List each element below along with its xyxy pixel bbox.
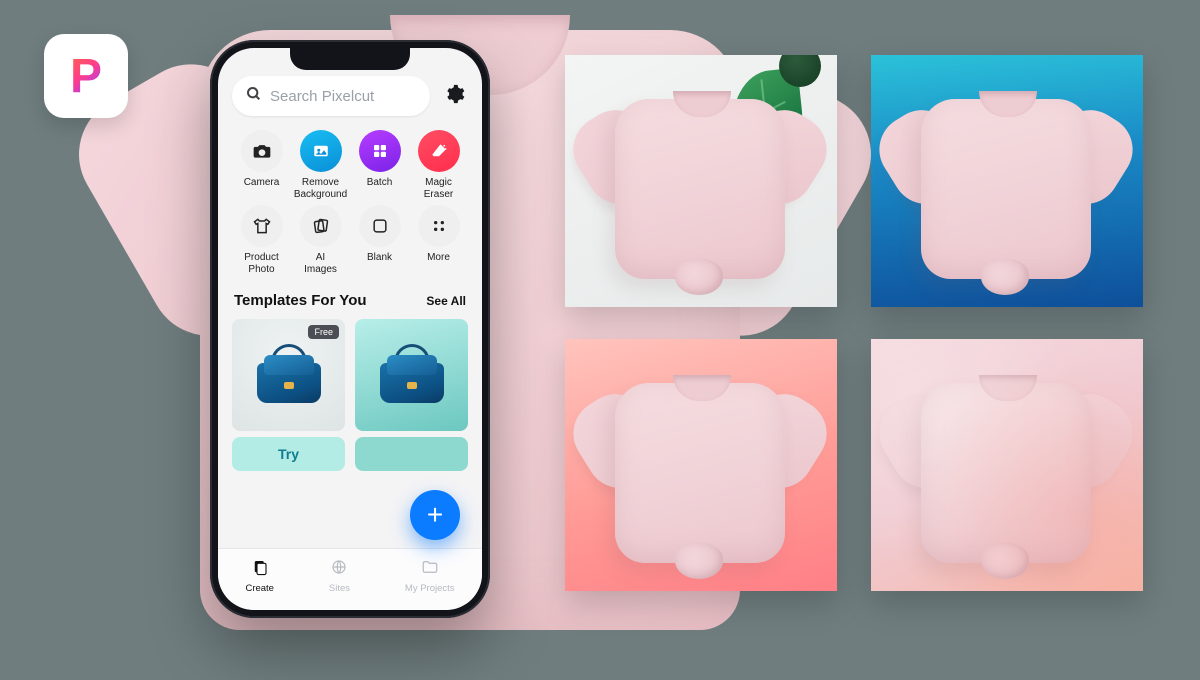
cards-icon xyxy=(300,205,342,247)
tab-sites[interactable]: Sites xyxy=(329,558,350,594)
layers-icon xyxy=(251,558,269,581)
tab-create[interactable]: Create xyxy=(245,558,274,594)
mockup-grid xyxy=(565,55,1143,591)
grid-icon xyxy=(359,130,401,172)
remove-bg-icon xyxy=(300,130,342,172)
search-input[interactable]: Search Pixelcut xyxy=(232,76,430,116)
search-icon xyxy=(246,86,262,106)
tool-label: Batch xyxy=(367,177,393,201)
tshirt-mockup xyxy=(883,365,1131,585)
tool-label: AI Images xyxy=(304,252,337,276)
tshirt-mockup xyxy=(577,81,825,301)
globe-icon xyxy=(330,558,348,581)
tool-camera[interactable]: Camera xyxy=(232,130,291,201)
tool-label: Product Photo xyxy=(244,252,278,276)
tshirt-mockup xyxy=(883,81,1131,301)
tool-blank[interactable]: Blank xyxy=(350,205,409,276)
settings-button[interactable] xyxy=(440,82,468,110)
tool-label: Magic Eraser xyxy=(424,177,453,201)
tool-ai-images[interactable]: AI Images xyxy=(291,205,350,276)
tab-label: Create xyxy=(245,583,274,594)
camera-icon xyxy=(241,130,283,172)
plus-icon: + xyxy=(427,499,443,531)
templates-heading: Templates For You xyxy=(234,292,367,309)
app-icon: P xyxy=(44,34,128,118)
tool-label: Remove Background xyxy=(294,177,347,201)
blank-icon xyxy=(359,205,401,247)
tool-more[interactable]: More xyxy=(409,205,468,276)
tshirt-mockup xyxy=(577,365,825,585)
phone-notch xyxy=(290,48,410,70)
handbag-image xyxy=(254,347,324,403)
tool-batch[interactable]: Batch xyxy=(350,130,409,201)
mockup-card xyxy=(565,339,837,591)
template-card[interactable]: Free Try xyxy=(232,319,345,471)
free-badge: Free xyxy=(308,325,339,339)
handbag-image xyxy=(377,347,447,403)
tool-magic-eraser[interactable]: Magic Eraser xyxy=(409,130,468,201)
tab-label: Sites xyxy=(329,583,350,594)
tshirt-icon xyxy=(241,205,283,247)
tool-label: Camera xyxy=(244,177,280,201)
tool-label: More xyxy=(427,252,450,276)
pixelcut-logo-icon: P xyxy=(70,49,102,104)
tab-my-projects[interactable]: My Projects xyxy=(405,558,455,594)
add-button[interactable]: + xyxy=(410,490,460,540)
tool-remove-background[interactable]: Remove Background xyxy=(291,130,350,201)
phone-mockup: Search Pixelcut Camera xyxy=(210,40,490,618)
tab-label: My Projects xyxy=(405,583,455,594)
folder-icon xyxy=(421,558,439,581)
search-placeholder: Search Pixelcut xyxy=(270,88,374,105)
mockup-card xyxy=(565,55,837,307)
more-icon xyxy=(418,205,460,247)
see-all-link[interactable]: See All xyxy=(426,294,466,308)
mockup-card xyxy=(871,339,1143,591)
template-card[interactable] xyxy=(355,319,468,471)
tool-product-photo[interactable]: Product Photo xyxy=(232,205,291,276)
try-button[interactable]: Try xyxy=(232,437,345,471)
mockup-card xyxy=(871,55,1143,307)
gear-icon xyxy=(443,83,465,110)
try-button[interactable] xyxy=(355,437,468,471)
eraser-icon xyxy=(418,130,460,172)
tool-label: Blank xyxy=(367,252,392,276)
